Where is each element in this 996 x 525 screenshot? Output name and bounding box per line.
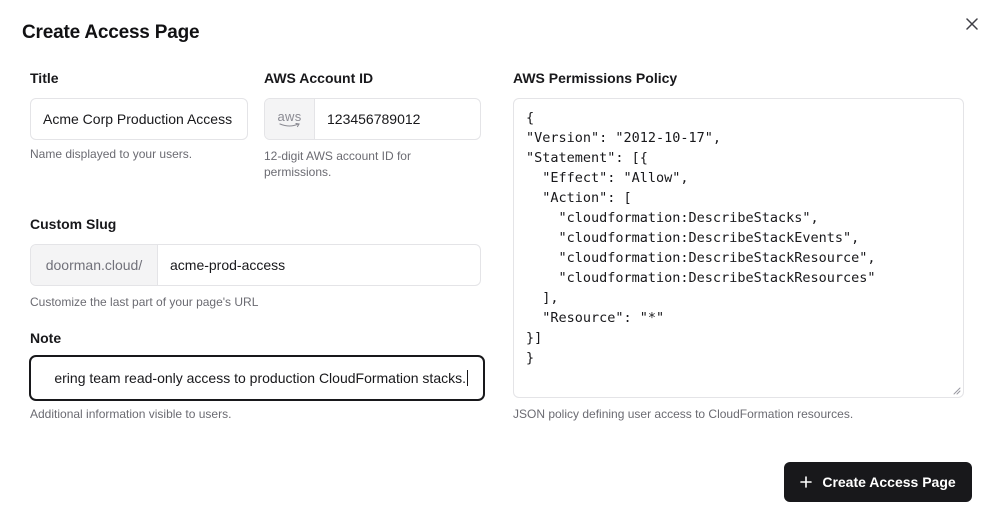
custom-slug-label: Custom Slug (30, 216, 117, 232)
aws-logo-icon: aws (277, 110, 301, 128)
close-button[interactable] (962, 14, 982, 34)
title-label: Title (30, 70, 59, 86)
plus-icon (800, 476, 813, 488)
custom-slug-help: Customize the last part of your page's U… (30, 295, 259, 309)
create-access-page-button[interactable]: Create Access Page (784, 462, 972, 502)
account-id-value: 123456789012 (327, 111, 421, 127)
create-access-page-dialog: Create Access Page Title Acme Corp Produ… (0, 0, 996, 525)
slug-prefix: doorman.cloud/ (31, 245, 158, 285)
policy-help: JSON policy defining user access to Clou… (513, 407, 854, 421)
account-id-label: AWS Account ID (264, 70, 374, 86)
account-id-help: 12-digit AWS account ID for permissions. (264, 149, 411, 179)
policy-json: { "Version": "2012-10-17", "Statement": … (526, 110, 876, 366)
title-help: Name displayed to your users. (30, 147, 193, 161)
custom-slug-value: acme-prod-access (170, 257, 286, 273)
create-button-label: Create Access Page (822, 474, 956, 490)
account-id-input[interactable]: aws 123456789012 (264, 98, 481, 140)
close-icon (966, 18, 978, 30)
custom-slug-input[interactable]: doorman.cloud/ acme-prod-access (30, 244, 481, 286)
policy-label: AWS Permissions Policy (513, 70, 678, 86)
aws-addon: aws (265, 99, 315, 139)
note-label: Note (30, 330, 62, 346)
policy-textarea[interactable]: { "Version": "2012-10-17", "Statement": … (513, 98, 964, 398)
text-caret (467, 370, 468, 386)
note-input[interactable]: ering team read-only access to productio… (29, 355, 485, 401)
note-input-text: ering team read-only access to productio… (54, 370, 468, 386)
dialog-title: Create Access Page (22, 22, 200, 43)
title-input-value: Acme Corp Production Access (43, 111, 233, 127)
resize-handle-icon[interactable] (953, 387, 961, 395)
note-help: Additional information visible to users. (30, 407, 232, 421)
title-input[interactable]: Acme Corp Production Access (30, 98, 248, 140)
